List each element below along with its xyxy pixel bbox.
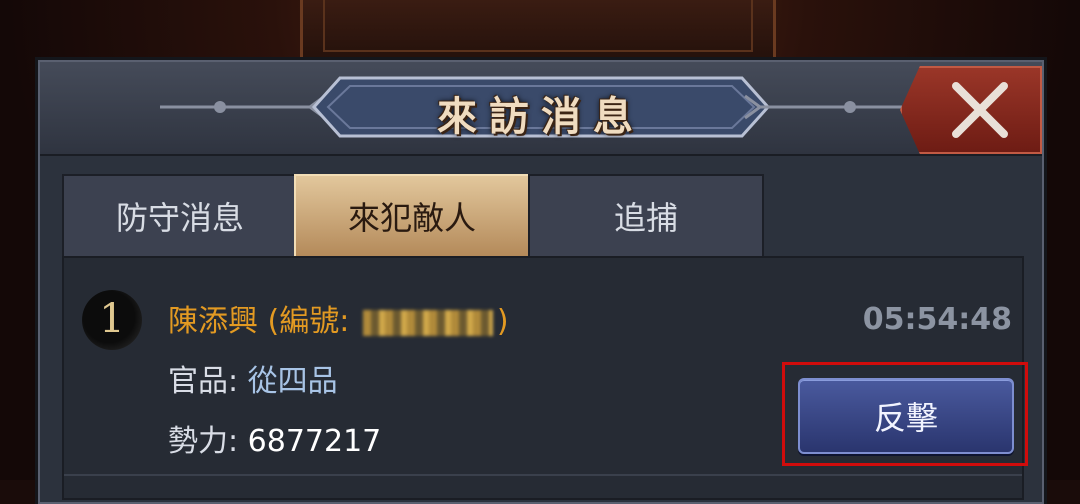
background-plaque bbox=[300, 0, 776, 63]
redacted-id bbox=[362, 309, 493, 336]
dialog-title-bar: 來訪消息 bbox=[40, 62, 1042, 156]
timestamp: 05:54:48 bbox=[862, 302, 1012, 337]
tab-defense-messages[interactable]: 防守消息 bbox=[62, 174, 298, 258]
close-x-icon bbox=[952, 82, 1008, 138]
tab-invading-enemies[interactable]: 來犯敵人 bbox=[294, 174, 530, 258]
row-divider bbox=[64, 474, 1022, 476]
counterattack-button[interactable]: 反擊 bbox=[798, 378, 1014, 454]
dialog-title: 來訪消息 bbox=[437, 93, 645, 140]
enemy-list: 1 陳添興 (編號: ) 05:54:48 官品: 從四品 勢力: 687721… bbox=[62, 256, 1028, 500]
visit-message-dialog: 來訪消息 防守消息 來犯敵人 追捕 1 陳添興 (編號: ) 05:54:48 bbox=[38, 60, 1044, 504]
official-rank: 官品: 從四品 bbox=[168, 364, 338, 399]
rank-badge: 1 bbox=[82, 290, 142, 350]
tab-pursuit[interactable]: 追捕 bbox=[528, 174, 764, 258]
enemy-name: 陳添興 (編號: ) bbox=[168, 304, 509, 339]
close-button[interactable] bbox=[900, 66, 1042, 154]
power-value: 勢力: 6877217 bbox=[168, 424, 382, 459]
right-ornament-icon bbox=[744, 94, 910, 120]
